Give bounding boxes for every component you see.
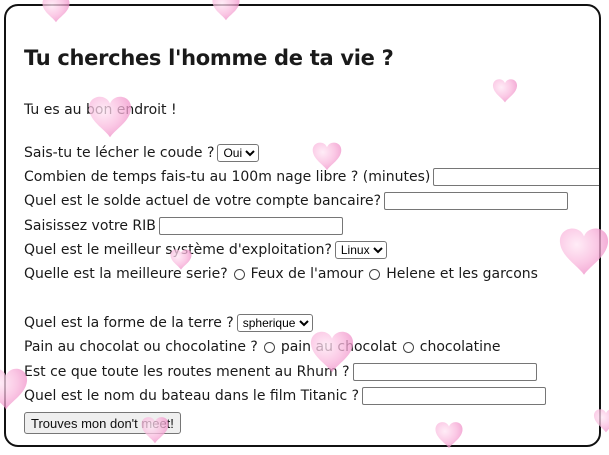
rib-input[interactable] [158, 217, 343, 235]
os-select[interactable]: Linux [334, 241, 387, 259]
question-pain: Pain au chocolat ou chocolatine ? pain a… [24, 336, 501, 358]
coude-select[interactable]: Oui [217, 144, 260, 162]
radio-feux-label: Feux de l'amour [250, 266, 364, 282]
solde-input[interactable] [384, 192, 569, 210]
form-card: Tu cherches l'homme de ta vie ? Tu es au… [4, 4, 601, 447]
question-terre-label: Quel est la forme de la terre ? [24, 315, 234, 331]
radio-chocolatine-label: chocolatine [419, 339, 501, 355]
terre-select[interactable]: spherique [236, 314, 313, 332]
question-nage-label: Combien de temps fais-tu au 100m nage li… [24, 169, 431, 185]
intro-text: Tu es au bon endroit ! [24, 102, 177, 118]
page-title: Tu cherches l'homme de ta vie ? [24, 46, 394, 70]
question-pain-label: Pain au chocolat ou chocolatine ? [24, 339, 258, 355]
question-rhum-label: Est ce que toute les routes menent au Rh… [24, 364, 350, 380]
question-rib-label: Saisissez votre RIB [24, 218, 156, 234]
titanic-input[interactable] [362, 387, 547, 405]
question-rhum: Est ce que toute les routes menent au Rh… [24, 361, 537, 383]
radio-helene[interactable] [369, 268, 381, 280]
question-titanic-label: Quel est le nom du bateau dans le film T… [24, 388, 360, 404]
question-coude: Sais-tu te lécher le coude ? Oui [24, 142, 260, 164]
question-rib: Saisissez votre RIB [24, 215, 343, 237]
question-nage: Combien de temps fais-tu au 100m nage li… [24, 166, 599, 188]
submit-button[interactable]: Trouves mon don't meet! [24, 412, 181, 434]
nage-time-input[interactable] [433, 168, 599, 186]
radio-pain-au-chocolat[interactable] [263, 341, 275, 353]
question-os-label: Quel est le meilleur système d'exploitat… [24, 242, 332, 258]
question-terre: Quel est la forme de la terre ? spheriqu… [24, 312, 313, 334]
question-os: Quel est le meilleur système d'exploitat… [24, 239, 387, 261]
question-coude-label: Sais-tu te lécher le coude ? [24, 145, 215, 161]
radio-chocolatine[interactable] [402, 341, 414, 353]
question-solde-label: Quel est le solde actuel de votre compte… [24, 193, 382, 209]
rhum-input[interactable] [352, 363, 537, 381]
question-serie-label: Quelle est la meilleure serie? [24, 266, 228, 282]
radio-feux[interactable] [233, 268, 245, 280]
question-titanic: Quel est le nom du bateau dans le film T… [24, 385, 547, 407]
radio-pain-au-chocolat-label: pain au chocolat [280, 339, 397, 355]
question-solde: Quel est le solde actuel de votre compte… [24, 190, 569, 212]
question-serie: Quelle est la meilleure serie? Feux de l… [24, 263, 538, 285]
radio-helene-label: Helene et les garcons [386, 266, 538, 282]
